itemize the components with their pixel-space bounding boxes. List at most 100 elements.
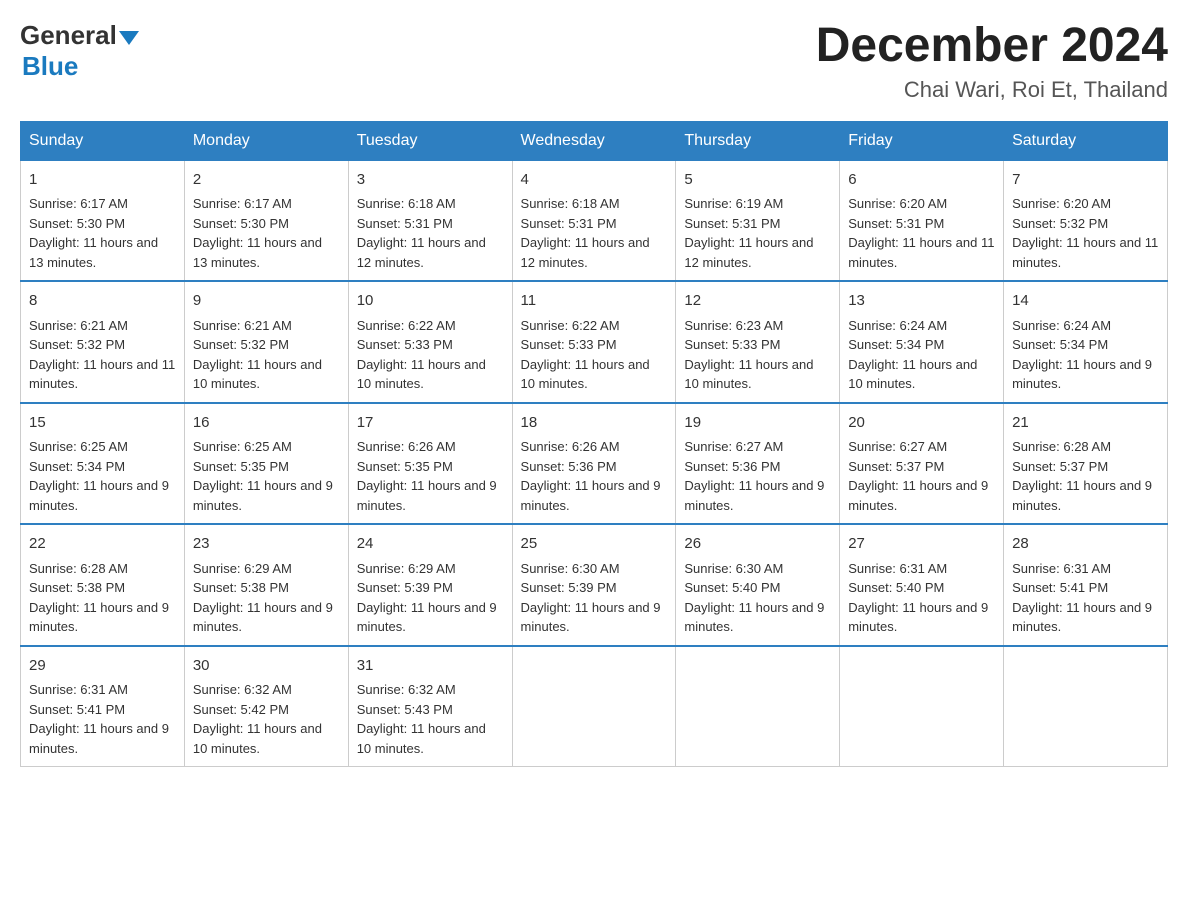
day-info: Sunrise: 6:32 AMSunset: 5:42 PMDaylight:… bbox=[193, 682, 322, 756]
calendar-cell: 25 Sunrise: 6:30 AMSunset: 5:39 PMDaylig… bbox=[512, 524, 676, 646]
calendar-cell: 26 Sunrise: 6:30 AMSunset: 5:40 PMDaylig… bbox=[676, 524, 840, 646]
day-info: Sunrise: 6:25 AMSunset: 5:34 PMDaylight:… bbox=[29, 439, 169, 513]
day-info: Sunrise: 6:29 AMSunset: 5:39 PMDaylight:… bbox=[357, 561, 497, 635]
logo-arrow-icon bbox=[119, 27, 139, 47]
calendar-cell: 15 Sunrise: 6:25 AMSunset: 5:34 PMDaylig… bbox=[21, 403, 185, 525]
day-number: 16 bbox=[193, 412, 340, 435]
day-info: Sunrise: 6:23 AMSunset: 5:33 PMDaylight:… bbox=[684, 318, 813, 392]
day-number: 7 bbox=[1012, 169, 1159, 192]
day-number: 23 bbox=[193, 533, 340, 556]
day-info: Sunrise: 6:30 AMSunset: 5:39 PMDaylight:… bbox=[521, 561, 661, 635]
day-number: 27 bbox=[848, 533, 995, 556]
weekday-header-tuesday: Tuesday bbox=[348, 121, 512, 160]
day-number: 31 bbox=[357, 655, 504, 678]
month-year-title: December 2024 bbox=[816, 20, 1168, 73]
day-number: 2 bbox=[193, 169, 340, 192]
weekday-header-thursday: Thursday bbox=[676, 121, 840, 160]
calendar-cell: 23 Sunrise: 6:29 AMSunset: 5:38 PMDaylig… bbox=[184, 524, 348, 646]
calendar-cell: 29 Sunrise: 6:31 AMSunset: 5:41 PMDaylig… bbox=[21, 646, 185, 767]
day-info: Sunrise: 6:32 AMSunset: 5:43 PMDaylight:… bbox=[357, 682, 486, 756]
calendar-cell: 5 Sunrise: 6:19 AMSunset: 5:31 PMDayligh… bbox=[676, 160, 840, 281]
day-info: Sunrise: 6:29 AMSunset: 5:38 PMDaylight:… bbox=[193, 561, 333, 635]
calendar-cell: 21 Sunrise: 6:28 AMSunset: 5:37 PMDaylig… bbox=[1004, 403, 1168, 525]
day-info: Sunrise: 6:18 AMSunset: 5:31 PMDaylight:… bbox=[357, 196, 486, 270]
calendar-cell: 11 Sunrise: 6:22 AMSunset: 5:33 PMDaylig… bbox=[512, 281, 676, 403]
calendar-cell: 12 Sunrise: 6:23 AMSunset: 5:33 PMDaylig… bbox=[676, 281, 840, 403]
day-number: 14 bbox=[1012, 290, 1159, 313]
calendar-cell: 13 Sunrise: 6:24 AMSunset: 5:34 PMDaylig… bbox=[840, 281, 1004, 403]
day-info: Sunrise: 6:30 AMSunset: 5:40 PMDaylight:… bbox=[684, 561, 824, 635]
calendar-cell: 4 Sunrise: 6:18 AMSunset: 5:31 PMDayligh… bbox=[512, 160, 676, 281]
day-number: 8 bbox=[29, 290, 176, 313]
weekday-header-monday: Monday bbox=[184, 121, 348, 160]
weekday-header-sunday: Sunday bbox=[21, 121, 185, 160]
day-info: Sunrise: 6:28 AMSunset: 5:38 PMDaylight:… bbox=[29, 561, 169, 635]
day-number: 30 bbox=[193, 655, 340, 678]
calendar-cell: 31 Sunrise: 6:32 AMSunset: 5:43 PMDaylig… bbox=[348, 646, 512, 767]
week-row-5: 29 Sunrise: 6:31 AMSunset: 5:41 PMDaylig… bbox=[21, 646, 1168, 767]
day-info: Sunrise: 6:20 AMSunset: 5:31 PMDaylight:… bbox=[848, 196, 994, 270]
calendar-cell: 18 Sunrise: 6:26 AMSunset: 5:36 PMDaylig… bbox=[512, 403, 676, 525]
page-header: General Blue December 2024 Chai Wari, Ro… bbox=[20, 20, 1168, 103]
day-number: 18 bbox=[521, 412, 668, 435]
day-info: Sunrise: 6:24 AMSunset: 5:34 PMDaylight:… bbox=[848, 318, 977, 392]
day-number: 6 bbox=[848, 169, 995, 192]
logo: General Blue bbox=[20, 20, 139, 82]
calendar-cell: 22 Sunrise: 6:28 AMSunset: 5:38 PMDaylig… bbox=[21, 524, 185, 646]
calendar-cell: 1 Sunrise: 6:17 AMSunset: 5:30 PMDayligh… bbox=[21, 160, 185, 281]
day-number: 20 bbox=[848, 412, 995, 435]
calendar-cell: 27 Sunrise: 6:31 AMSunset: 5:40 PMDaylig… bbox=[840, 524, 1004, 646]
logo-blue-text: Blue bbox=[22, 51, 78, 82]
calendar-cell: 8 Sunrise: 6:21 AMSunset: 5:32 PMDayligh… bbox=[21, 281, 185, 403]
weekday-header-friday: Friday bbox=[840, 121, 1004, 160]
calendar-cell bbox=[512, 646, 676, 767]
calendar-cell: 30 Sunrise: 6:32 AMSunset: 5:42 PMDaylig… bbox=[184, 646, 348, 767]
calendar-cell: 9 Sunrise: 6:21 AMSunset: 5:32 PMDayligh… bbox=[184, 281, 348, 403]
day-number: 5 bbox=[684, 169, 831, 192]
day-info: Sunrise: 6:28 AMSunset: 5:37 PMDaylight:… bbox=[1012, 439, 1152, 513]
day-number: 3 bbox=[357, 169, 504, 192]
day-number: 4 bbox=[521, 169, 668, 192]
location-title: Chai Wari, Roi Et, Thailand bbox=[816, 77, 1168, 103]
weekday-header-row: SundayMondayTuesdayWednesdayThursdayFrid… bbox=[21, 121, 1168, 160]
calendar-cell: 20 Sunrise: 6:27 AMSunset: 5:37 PMDaylig… bbox=[840, 403, 1004, 525]
weekday-header-wednesday: Wednesday bbox=[512, 121, 676, 160]
logo-general-text: General bbox=[20, 20, 117, 51]
day-number: 24 bbox=[357, 533, 504, 556]
day-number: 29 bbox=[29, 655, 176, 678]
day-info: Sunrise: 6:21 AMSunset: 5:32 PMDaylight:… bbox=[193, 318, 322, 392]
week-row-1: 1 Sunrise: 6:17 AMSunset: 5:30 PMDayligh… bbox=[21, 160, 1168, 281]
day-number: 26 bbox=[684, 533, 831, 556]
calendar-cell: 6 Sunrise: 6:20 AMSunset: 5:31 PMDayligh… bbox=[840, 160, 1004, 281]
day-info: Sunrise: 6:31 AMSunset: 5:41 PMDaylight:… bbox=[29, 682, 169, 756]
calendar-cell: 19 Sunrise: 6:27 AMSunset: 5:36 PMDaylig… bbox=[676, 403, 840, 525]
calendar-cell: 24 Sunrise: 6:29 AMSunset: 5:39 PMDaylig… bbox=[348, 524, 512, 646]
day-number: 21 bbox=[1012, 412, 1159, 435]
weekday-header-saturday: Saturday bbox=[1004, 121, 1168, 160]
day-info: Sunrise: 6:22 AMSunset: 5:33 PMDaylight:… bbox=[521, 318, 650, 392]
day-number: 28 bbox=[1012, 533, 1159, 556]
day-number: 17 bbox=[357, 412, 504, 435]
day-number: 1 bbox=[29, 169, 176, 192]
calendar-cell: 16 Sunrise: 6:25 AMSunset: 5:35 PMDaylig… bbox=[184, 403, 348, 525]
calendar-cell: 3 Sunrise: 6:18 AMSunset: 5:31 PMDayligh… bbox=[348, 160, 512, 281]
day-number: 22 bbox=[29, 533, 176, 556]
calendar-cell: 2 Sunrise: 6:17 AMSunset: 5:30 PMDayligh… bbox=[184, 160, 348, 281]
day-info: Sunrise: 6:19 AMSunset: 5:31 PMDaylight:… bbox=[684, 196, 813, 270]
calendar-cell: 14 Sunrise: 6:24 AMSunset: 5:34 PMDaylig… bbox=[1004, 281, 1168, 403]
calendar-cell bbox=[676, 646, 840, 767]
day-info: Sunrise: 6:27 AMSunset: 5:36 PMDaylight:… bbox=[684, 439, 824, 513]
day-number: 11 bbox=[521, 290, 668, 313]
day-info: Sunrise: 6:25 AMSunset: 5:35 PMDaylight:… bbox=[193, 439, 333, 513]
title-section: December 2024 Chai Wari, Roi Et, Thailan… bbox=[816, 20, 1168, 103]
day-info: Sunrise: 6:20 AMSunset: 5:32 PMDaylight:… bbox=[1012, 196, 1158, 270]
calendar-cell: 17 Sunrise: 6:26 AMSunset: 5:35 PMDaylig… bbox=[348, 403, 512, 525]
calendar-cell bbox=[840, 646, 1004, 767]
day-info: Sunrise: 6:21 AMSunset: 5:32 PMDaylight:… bbox=[29, 318, 175, 392]
calendar-cell bbox=[1004, 646, 1168, 767]
day-info: Sunrise: 6:31 AMSunset: 5:40 PMDaylight:… bbox=[848, 561, 988, 635]
day-number: 13 bbox=[848, 290, 995, 313]
day-number: 12 bbox=[684, 290, 831, 313]
day-number: 9 bbox=[193, 290, 340, 313]
day-info: Sunrise: 6:17 AMSunset: 5:30 PMDaylight:… bbox=[193, 196, 322, 270]
